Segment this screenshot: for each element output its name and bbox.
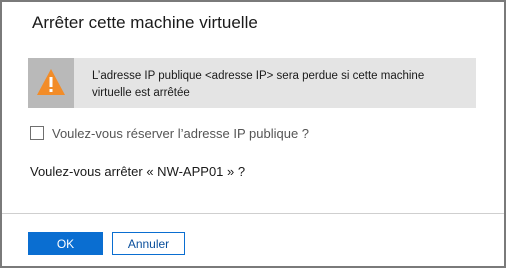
cancel-button[interactable]: Annuler <box>112 232 185 255</box>
warning-banner: L’adresse IP publique <adresse IP> sera … <box>28 58 476 108</box>
reserve-ip-checkbox[interactable] <box>30 126 44 140</box>
ok-button[interactable]: OK <box>28 232 103 255</box>
warning-message: L’adresse IP publique <adresse IP> sera … <box>92 70 425 99</box>
reserve-ip-option[interactable]: Voulez-vous réserver l’adresse IP publiq… <box>30 124 309 142</box>
stop-vm-dialog: Arrêter cette machine virtuelle L’adress… <box>0 0 506 268</box>
warning-icon-container <box>28 58 74 108</box>
footer-divider <box>2 213 504 214</box>
reserve-ip-label[interactable]: Voulez-vous réserver l’adresse IP publiq… <box>52 126 309 141</box>
dialog-title: Arrêter cette machine virtuelle <box>32 13 258 32</box>
warning-triangle-icon <box>37 69 65 95</box>
confirm-question: Voulez-vous arrêter « NW-APP01 » ? <box>30 164 246 179</box>
